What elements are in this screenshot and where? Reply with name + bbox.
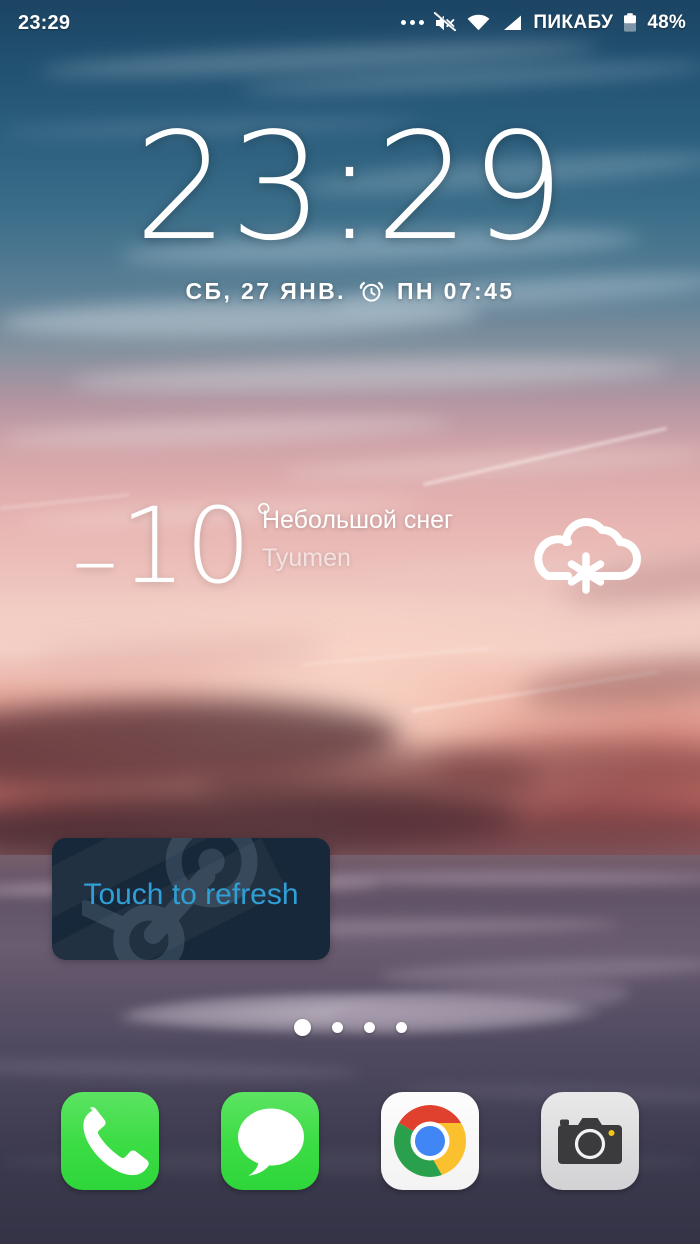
dock-item-camera[interactable] [541,1092,639,1190]
weather-widget[interactable]: – 10 ° Небольшой снег Tyumen [0,490,700,608]
steam-refresh-label[interactable]: Touch to refresh [52,878,330,912]
status-bar-carrier: ПИКАБУ [533,12,614,33]
weather-temp-value: 10 [120,485,251,607]
clock-widget[interactable]: 23:29 СБ, 27 ЯНВ. ПН 07:45 [0,112,700,305]
dock-item-messages[interactable] [221,1092,319,1190]
home-screen: 23:29 ПИКАБУ 48% 23:29 СБ, 27 ЯНВ. ПН 07… [0,0,700,1244]
phone-icon [83,1107,149,1176]
clock-date: СБ, 27 ЯНВ. [185,278,346,304]
battery-percent-label: 48% [647,12,686,33]
page-dot-1[interactable] [293,1019,311,1036]
page-dot-3[interactable] [363,1022,375,1033]
dock [0,1092,700,1190]
weather-text-block: Небольшой снег Tyumen [262,506,453,573]
volume-mute-icon [434,11,457,32]
alarm-clock-icon [359,281,384,302]
battery-icon [624,13,637,32]
weather-city: Tyumen [262,544,351,572]
status-bar-icons: ПИКАБУ 48% [401,11,686,35]
cellular-signal-icon [504,15,522,30]
chrome-icon [394,1105,466,1177]
page-dot-2[interactable] [331,1022,343,1033]
weather-temperature: – 10 ° [72,485,274,608]
page-dot-4[interactable] [395,1022,407,1033]
weather-condition: Небольшой снег [262,506,454,534]
status-bar[interactable]: 23:29 ПИКАБУ 48% [0,0,700,46]
clock-time: 23:29 [134,101,566,273]
dock-item-phone[interactable] [61,1092,159,1190]
more-notifications-icon [401,19,425,27]
wifi-icon [467,14,490,31]
camera-icon [558,1118,622,1164]
steam-refresh-widget[interactable]: Touch to refresh [52,838,330,960]
message-bubble-icon [238,1108,304,1176]
cloud-snow-icon [524,506,644,601]
alarm-time: ПН 07:45 [396,278,515,304]
status-bar-clock: 23:29 [18,11,71,34]
dock-item-chrome[interactable] [381,1092,479,1190]
clock-subline: СБ, 27 ЯНВ. ПН 07:45 [0,278,700,305]
page-indicator[interactable] [0,1019,700,1036]
weather-minus-sign: – [72,506,118,613]
